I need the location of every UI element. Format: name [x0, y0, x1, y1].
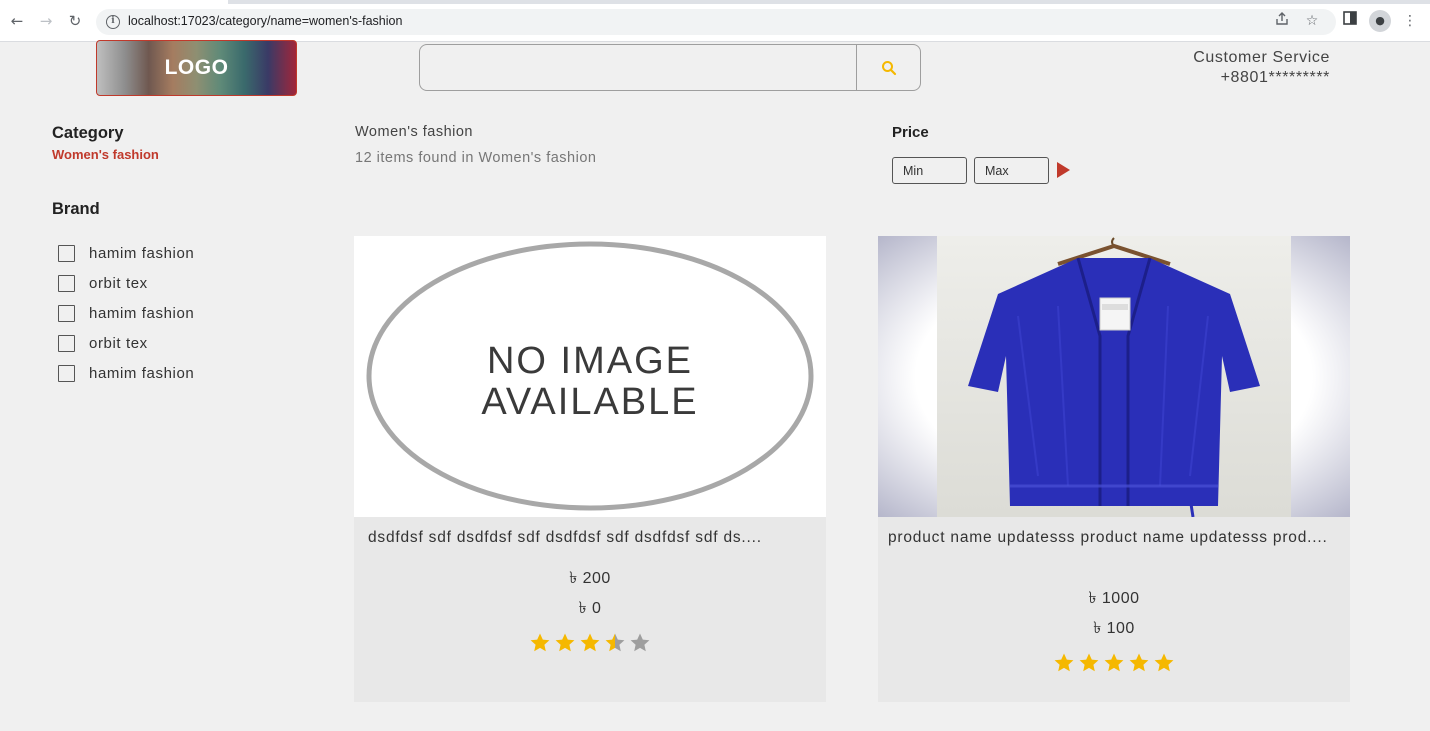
brand-checkbox[interactable]	[58, 335, 75, 352]
brand-checkbox[interactable]	[58, 245, 75, 262]
profile-avatar-icon[interactable]: ●	[1369, 10, 1391, 32]
page-title: Women's fashion	[355, 124, 473, 140]
no-image-text: NO IMAGE	[487, 340, 693, 382]
brand-filter-item[interactable]: hamim fashion	[58, 304, 194, 334]
product-card[interactable]: product name updatesss product name upda…	[878, 236, 1350, 702]
brand-filter-item[interactable]: orbit tex	[58, 334, 194, 364]
back-arrow-icon[interactable]: ←	[8, 12, 26, 30]
category-heading: Category	[52, 124, 124, 142]
star-icon	[1079, 653, 1099, 672]
brand-label[interactable]: hamim fashion	[89, 304, 194, 323]
address-url[interactable]: localhost:17023/category/name=women's-fa…	[128, 14, 402, 28]
brand-checkbox[interactable]	[58, 365, 75, 382]
price-heading: Price	[892, 124, 929, 141]
product-discount-price: ৳ 100	[1093, 620, 1135, 637]
site-info-icon[interactable]: i	[106, 15, 120, 29]
star-icon	[1129, 653, 1149, 672]
brand-label[interactable]: orbit tex	[89, 274, 148, 293]
no-image-placeholder: NO IMAGE AVAILABLE	[366, 241, 814, 511]
blue-knit-cardigan-photo	[878, 236, 1350, 517]
product-name[interactable]: dsdfdsf sdf dsdfdsf sdf dsdfdsf sdf dsdf…	[368, 528, 814, 547]
price-min-input[interactable]	[892, 157, 967, 184]
brand-label[interactable]: hamim fashion	[89, 364, 194, 383]
brand-filter-item[interactable]: orbit tex	[58, 274, 194, 304]
category-link[interactable]: Women's fashion	[52, 147, 159, 162]
brand-checkbox[interactable]	[58, 275, 75, 292]
star-icon	[555, 633, 575, 652]
product-image[interactable]: NO IMAGE AVAILABLE	[354, 236, 826, 517]
product-price: ৳ 1000	[1088, 590, 1140, 607]
side-panel-icon[interactable]	[1340, 11, 1360, 31]
product-card[interactable]: NO IMAGE AVAILABLE dsdfdsf sdf dsdfdsf s…	[354, 236, 826, 702]
star-icon	[580, 633, 600, 652]
product-price: ৳ 200	[569, 570, 611, 587]
brand-label[interactable]: orbit tex	[89, 334, 148, 353]
brand-filter-item[interactable]: hamim fashion	[58, 364, 194, 394]
star-icon	[530, 633, 550, 652]
product-image[interactable]	[878, 236, 1350, 517]
star-icon	[605, 633, 625, 652]
product-name[interactable]: product name updatesss product name upda…	[888, 528, 1334, 547]
rating-stars	[878, 652, 1350, 678]
search-bar	[419, 44, 921, 91]
items-found-text: 12 items found in Women's fashion	[355, 150, 597, 166]
tab-strip	[0, 0, 1430, 4]
product-discount-price: ৳ 0	[578, 600, 602, 617]
star-icon	[1154, 653, 1174, 672]
star-icon	[630, 633, 650, 652]
brand-heading: Brand	[52, 200, 100, 218]
star-icon	[1054, 653, 1074, 672]
brand-label[interactable]: hamim fashion	[89, 244, 194, 263]
search-icon	[881, 60, 896, 75]
address-bar[interactable]: i localhost:17023/category/name=women's-…	[96, 9, 1336, 35]
price-max-input[interactable]	[974, 157, 1049, 184]
share-icon[interactable]	[1272, 11, 1292, 31]
site-logo[interactable]: LOGO	[96, 40, 297, 96]
customer-service-phone: +8801*********	[1220, 69, 1330, 86]
customer-service: Customer Service +8801*********	[1120, 48, 1330, 88]
customer-service-label: Customer Service	[1193, 49, 1330, 66]
search-button[interactable]	[856, 45, 920, 90]
logo-text: LOGO	[164, 56, 229, 79]
brand-filter-list: hamim fashion orbit tex hamim fashion or…	[58, 244, 194, 394]
bookmark-star-icon[interactable]: ☆	[1302, 11, 1322, 31]
star-icon	[1104, 653, 1124, 672]
active-tab[interactable]	[0, 0, 228, 4]
brand-checkbox[interactable]	[58, 305, 75, 322]
reload-icon[interactable]: ↻	[66, 12, 84, 30]
search-input[interactable]	[420, 45, 856, 90]
rating-stars	[354, 632, 826, 658]
price-filter-apply-button[interactable]	[1057, 162, 1070, 178]
brand-filter-item[interactable]: hamim fashion	[58, 244, 194, 274]
forward-arrow-icon[interactable]: →	[37, 12, 55, 30]
browser-toolbar: ← → ↻ i localhost:17023/category/name=wo…	[0, 0, 1430, 42]
menu-kebab-icon[interactable]: ⋮	[1400, 11, 1420, 31]
no-image-text: AVAILABLE	[481, 381, 698, 423]
